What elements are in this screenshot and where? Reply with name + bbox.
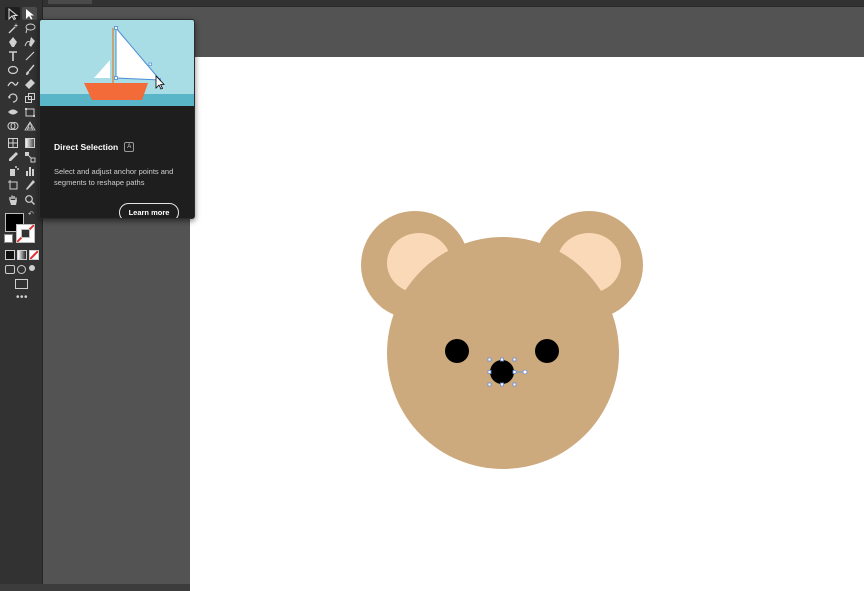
line-segment-icon (25, 51, 34, 60)
none-mode-button[interactable] (29, 250, 39, 260)
toolbar: ↶ ••• (0, 0, 43, 584)
magic-wand-tool[interactable] (5, 21, 20, 34)
ellipse-icon (7, 65, 18, 74)
zoom-tool[interactable] (22, 193, 37, 206)
artboard-tool[interactable] (5, 178, 20, 191)
type-t-icon (8, 50, 17, 61)
pen-nib-icon (8, 36, 17, 47)
paintbrush-tool[interactable] (22, 63, 37, 76)
bear-nose (490, 360, 514, 384)
eraser-tool[interactable] (22, 77, 37, 90)
ellipse-tool[interactable] (5, 63, 20, 76)
paintbrush-icon (25, 64, 35, 75)
free-transform-tool[interactable] (22, 105, 37, 118)
more-tools-icon[interactable]: ••• (16, 293, 28, 303)
artboard-icon (7, 179, 17, 189)
bear-illustration[interactable] (355, 205, 655, 475)
free-transform-icon (24, 107, 35, 117)
lasso-tool[interactable] (22, 21, 37, 34)
stroke-color-swatch[interactable] (16, 224, 35, 243)
zoom-magnifier-icon (24, 194, 35, 205)
perspective-grid-icon (23, 120, 36, 130)
shortcut-key-badge: A (124, 142, 135, 152)
shape-builder-icon (7, 121, 18, 130)
slice-tool[interactable] (22, 178, 37, 191)
bear-head (387, 237, 619, 469)
bear-left-eye (445, 339, 469, 363)
mesh-tool[interactable] (5, 136, 20, 149)
eraser-icon (24, 78, 35, 89)
top-bar (0, 0, 864, 7)
rotate-tool[interactable] (5, 91, 20, 104)
curvature-tool[interactable] (22, 35, 37, 48)
symbol-sprayer-tool[interactable] (5, 164, 20, 177)
gradient-icon (24, 137, 35, 148)
width-icon (7, 109, 18, 114)
shaper-icon (6, 81, 19, 86)
tool-tooltip: Direct Selection A Select and adjust anc… (39, 19, 195, 219)
curvature-pen-icon (24, 36, 35, 47)
change-screen-mode-icon[interactable] (15, 279, 28, 289)
column-graph-icon (25, 166, 34, 176)
tooltip-description: Select and adjust anchor points and segm… (54, 167, 174, 187)
eyedropper-icon (8, 151, 18, 161)
swap-fill-stroke-icon[interactable]: ↶ (28, 210, 34, 218)
slice-knife-icon (25, 179, 35, 190)
draw-normal-icon[interactable] (5, 265, 15, 274)
shaper-tool[interactable] (5, 77, 20, 90)
gradient-tool[interactable] (22, 136, 37, 149)
blend-tool[interactable] (22, 150, 37, 163)
magic-wand-icon (8, 22, 18, 33)
line-segment-tool[interactable] (22, 49, 37, 62)
shape-builder-tool[interactable] (5, 119, 20, 132)
direct-selection-tool[interactable] (22, 7, 37, 20)
hand-tool[interactable] (5, 193, 20, 206)
scale-tool[interactable] (22, 91, 37, 104)
document-tab[interactable] (48, 0, 92, 4)
learn-more-button[interactable]: Learn more (119, 203, 179, 218)
sailboat-illustration (40, 20, 194, 106)
blend-icon (24, 151, 35, 162)
hand-icon (8, 195, 17, 205)
selection-arrow-icon (8, 7, 18, 20)
mesh-icon (7, 137, 18, 148)
column-graph-tool[interactable] (22, 164, 37, 177)
eyedropper-tool[interactable] (5, 150, 20, 163)
color-mode-button[interactable] (5, 250, 15, 260)
direct-selection-arrow-icon (25, 8, 34, 19)
width-tool[interactable] (5, 105, 20, 118)
gradient-mode-button[interactable] (17, 250, 27, 260)
perspective-grid-tool[interactable] (22, 119, 37, 132)
boat-hull (84, 83, 148, 100)
draw-behind-icon[interactable] (17, 265, 26, 274)
pen-tool[interactable] (5, 35, 20, 48)
symbol-sprayer-icon (9, 165, 19, 176)
lasso-icon (25, 23, 35, 33)
scale-icon (24, 92, 35, 103)
default-fill-stroke-icon[interactable] (4, 234, 13, 243)
selection-tool[interactable] (5, 7, 20, 20)
rotate-icon (7, 92, 18, 103)
bear-right-eye (535, 339, 559, 363)
tooltip-title: Direct Selection (54, 142, 119, 152)
type-tool[interactable] (5, 49, 20, 62)
draw-inside-icon[interactable] (29, 265, 35, 271)
